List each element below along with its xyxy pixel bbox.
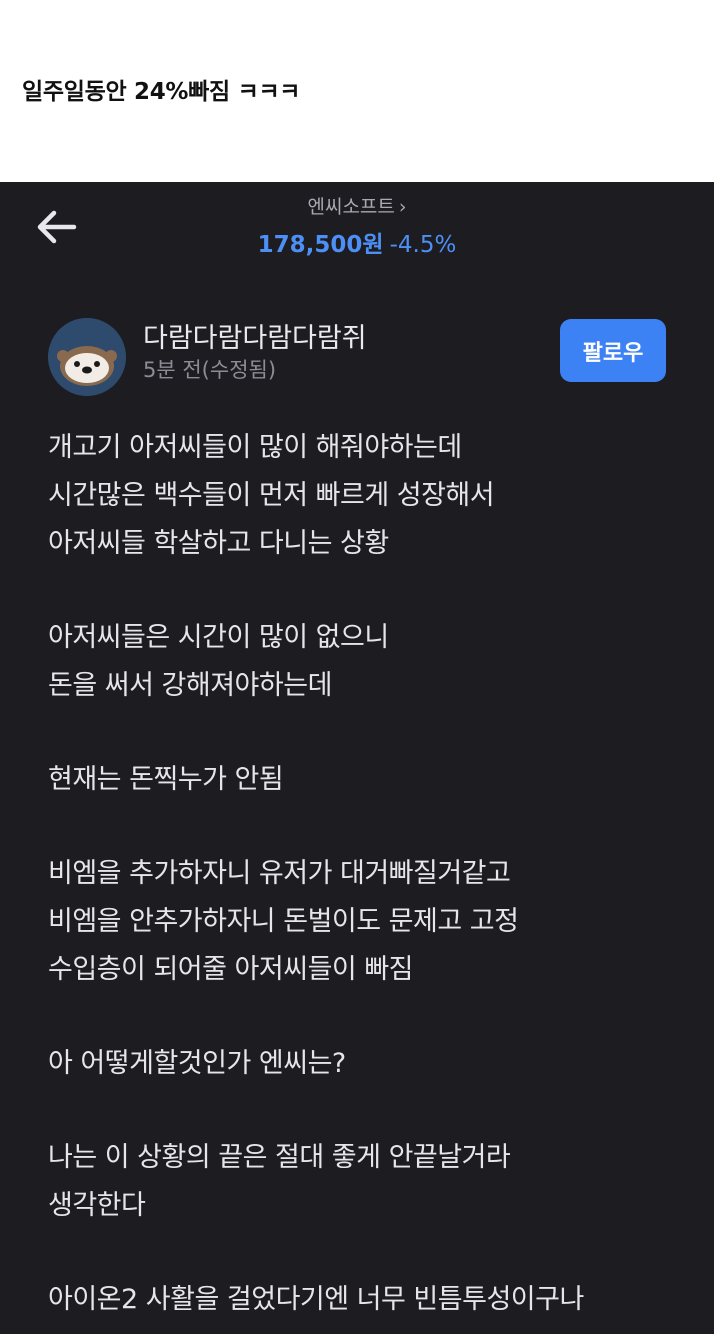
caption-area: 일주일동안 24%빠짐 ㅋㅋㅋ: [0, 0, 714, 182]
post-paragraph: 비엠을 추가하자니 유저가 대거빠질거같고비엠을 안추가하자니 돈벌이도 문제고…: [48, 850, 698, 994]
post-line: 아이온2 사활을 걸었다기엔 너무 빈틈투성이구나: [48, 1284, 584, 1315]
post-line: 아저씨들은 시간이 많이 없으니: [48, 622, 389, 653]
post-line: 나는 이 상황의 끝은 절대 좋게 안끝날거라: [48, 1142, 511, 1173]
stock-change: -4.5%: [389, 232, 457, 258]
otter-avatar-icon: [48, 318, 126, 396]
avatar[interactable]: [48, 318, 126, 396]
post-paragraph: 아저씨들은 시간이 많이 없으니돈을 써서 강해져야하는데: [48, 614, 698, 710]
stock-header: 엔씨소프트 › 178,500원 -4.5%: [0, 192, 714, 259]
post-paragraph: 아이온2 사활을 걸었다기엔 너무 빈틈투성이구나: [48, 1276, 698, 1324]
post-line: 아 어떻게할것인가 엔씨는?: [48, 1048, 346, 1079]
post-paragraph: 개고기 아저씨들이 많이 해줘야하는데시간많은 백수들이 먼저 빠르게 성장해서…: [48, 424, 698, 568]
post-caption: 일주일동안 24%빠짐 ㅋㅋㅋ: [22, 79, 301, 105]
post-paragraph: 현재는 돈찍누가 안됨: [48, 756, 698, 804]
post-timestamp: 5분 전(수정됨): [143, 358, 277, 382]
stock-name-link[interactable]: 엔씨소프트 ›: [307, 192, 406, 219]
author-row: 다람다람다람다람쥐 5분 전(수정됨) 팔로우: [0, 310, 714, 400]
chevron-right-icon: ›: [398, 196, 407, 218]
post-body: 개고기 아저씨들이 많이 해줘야하는데시간많은 백수들이 먼저 빠르게 성장해서…: [48, 424, 698, 1334]
app-screen: 엔씨소프트 › 178,500원 -4.5% 다람다람다람다람쥐 5분 전(수정됨)…: [0, 182, 714, 1334]
stock-name: 엔씨소프트: [307, 196, 395, 218]
post-line: 개고기 아저씨들이 많이 해줘야하는데: [48, 432, 462, 463]
post-line: 비엠을 추가하자니 유저가 대거빠질거같고: [48, 858, 511, 889]
post-line: 현재는 돈찍누가 안됨: [48, 764, 284, 795]
post-paragraph: 나는 이 상황의 끝은 절대 좋게 안끝날거라생각한다: [48, 1134, 698, 1230]
author-name[interactable]: 다람다람다람다람쥐: [143, 316, 367, 355]
post-line: 수입층이 되어줄 아저씨들이 빠짐: [48, 954, 414, 985]
post-line: 아저씨들 학살하고 다니는 상황: [48, 528, 389, 559]
stock-price-row: 178,500원 -4.5%: [0, 225, 714, 259]
post-line: 돈을 써서 강해져야하는데: [48, 670, 332, 701]
stock-price: 178,500원: [257, 232, 384, 258]
post-line: 비엠을 안추가하자니 돈벌이도 문제고 고정: [48, 906, 519, 937]
post-line: 시간많은 백수들이 먼저 빠르게 성장해서: [48, 480, 495, 511]
follow-button[interactable]: 팔로우: [560, 319, 666, 382]
post-line: 생각한다: [48, 1190, 146, 1221]
post-paragraph: 아 어떻게할것인가 엔씨는?: [48, 1040, 698, 1088]
